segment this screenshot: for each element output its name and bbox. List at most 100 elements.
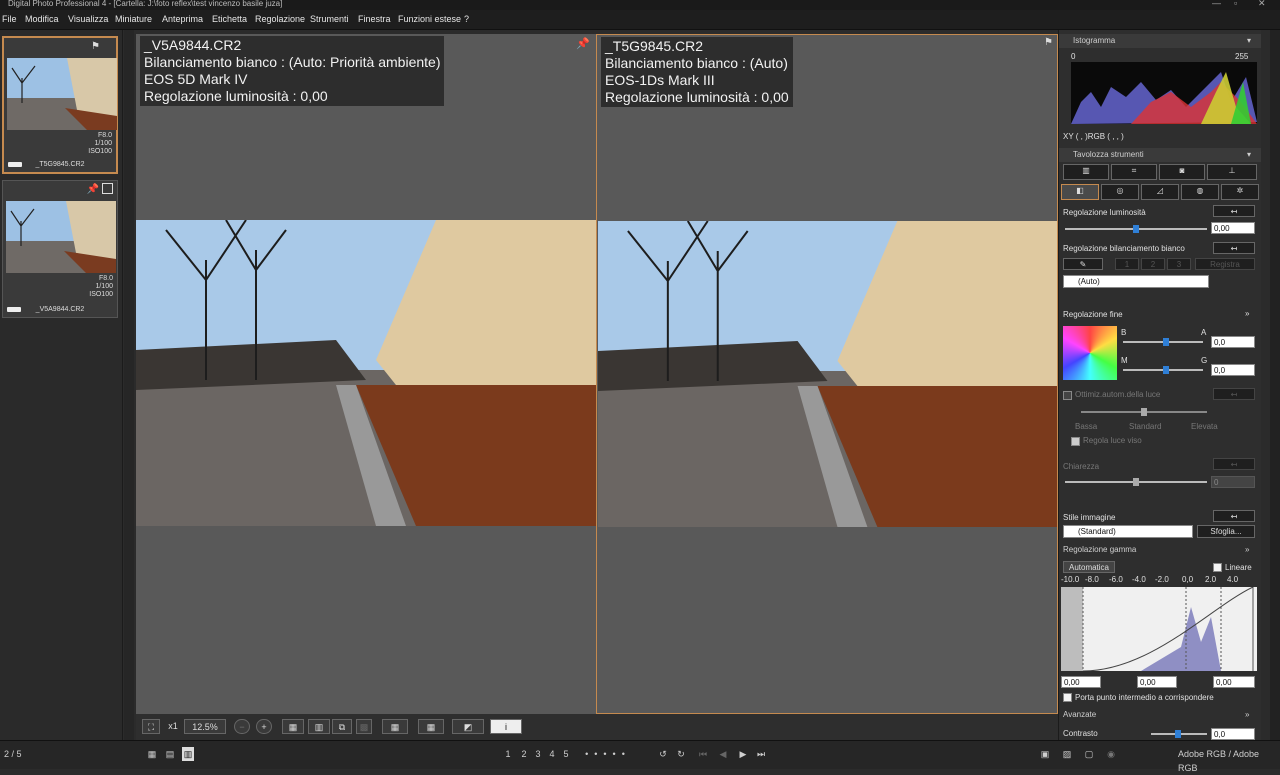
tab-nr[interactable]: ◎: [1101, 184, 1139, 200]
menu-miniature[interactable]: Miniature: [115, 14, 152, 24]
menu-file[interactable]: File: [2, 14, 17, 24]
eyedropper-icon[interactable]: ✎: [1063, 258, 1103, 270]
compare-icon[interactable]: [102, 183, 113, 194]
alo-checkbox[interactable]: [1063, 391, 1072, 400]
clarity-input[interactable]: 0: [1211, 476, 1255, 488]
wb-mode-select[interactable]: (Auto): [1063, 275, 1209, 288]
advanced-header[interactable]: Avanzate»: [1059, 708, 1261, 722]
maximize-icon[interactable]: ▫: [1234, 0, 1237, 8]
grid-button[interactable]: ▦: [382, 719, 408, 734]
mid-point-checkbox[interactable]: [1063, 693, 1072, 702]
star-3[interactable]: 3: [532, 747, 544, 761]
contrast-input[interactable]: 0,0: [1211, 728, 1255, 740]
star-4[interactable]: 4: [546, 747, 558, 761]
thumbnail-item[interactable]: ⚑ F8.0 1/100 ISO100 _T5G9845.CR2: [2, 36, 118, 174]
sync-button[interactable]: ⧉: [332, 719, 352, 734]
pin-icon[interactable]: 📌: [576, 37, 590, 50]
info-button[interactable]: i: [490, 719, 522, 734]
lens-icon[interactable]: ◙: [1159, 164, 1205, 180]
style-select[interactable]: (Standard): [1063, 525, 1193, 538]
alo-slider[interactable]: [1081, 408, 1207, 416]
view-compare-icon[interactable]: ▥: [182, 747, 194, 761]
thumbnail-item[interactable]: 📌 F8.0 1/100 ISO100 _V5A9844.CR2: [2, 180, 118, 318]
zoom-100-button[interactable]: x1: [164, 719, 182, 734]
gamma-black-input[interactable]: 0,00: [1061, 676, 1101, 688]
menu-strumenti[interactable]: Strumenti: [310, 14, 349, 24]
flag-icon[interactable]: ⚑: [91, 41, 100, 52]
fit-screen-button[interactable]: ⛶: [142, 719, 160, 734]
menu-finestra[interactable]: Finestra: [358, 14, 391, 24]
camera-icon[interactable]: ◉: [1104, 747, 1118, 761]
clarity-slider[interactable]: [1065, 478, 1207, 486]
histogram-header[interactable]: Istogramma ▾: [1059, 34, 1261, 48]
g-input[interactable]: 0,0: [1211, 364, 1255, 376]
star-5[interactable]: 5: [560, 747, 572, 761]
mg-slider[interactable]: [1123, 366, 1203, 374]
tool-palette-header[interactable]: Tavolozza strumenti ▾: [1059, 148, 1261, 162]
collapse-icon[interactable]: »: [1245, 309, 1249, 318]
wb-preset-3[interactable]: 3: [1167, 258, 1191, 270]
tab-tone[interactable]: ◿: [1141, 184, 1179, 200]
tool-basic-button[interactable]: ▥: [1063, 164, 1109, 180]
highlight-button[interactable]: ◩: [452, 719, 484, 734]
right-scrollbar[interactable]: [1270, 30, 1280, 740]
edit-icon[interactable]: ▨: [1060, 747, 1074, 761]
star-2[interactable]: 2: [518, 747, 530, 761]
reset-brightness-button[interactable]: ↤: [1213, 205, 1255, 217]
zoom-in-button[interactable]: +: [256, 719, 272, 734]
menu-visualizza[interactable]: Visualizza: [68, 14, 108, 24]
star-1[interactable]: 1: [502, 747, 514, 761]
brightness-slider[interactable]: [1065, 225, 1207, 233]
zoom-out-button[interactable]: −: [234, 719, 250, 734]
gamma-header[interactable]: Regolazione gamma»: [1059, 543, 1261, 557]
minimize-icon[interactable]: —: [1212, 0, 1221, 8]
menu-modifica[interactable]: Modifica: [25, 14, 59, 24]
reset-clarity-button[interactable]: ↤: [1213, 458, 1255, 470]
rotate-left-icon[interactable]: ↺: [656, 747, 670, 761]
browse-button[interactable]: Sfoglia...: [1197, 525, 1255, 538]
rating-dots[interactable]: •••••: [580, 747, 636, 761]
menu-help[interactable]: ?: [464, 14, 469, 24]
first-image-icon[interactable]: ⏮: [696, 747, 710, 761]
gamma-auto-button[interactable]: Automatica: [1063, 561, 1115, 573]
sync-disabled-button[interactable]: ▩: [356, 719, 372, 734]
rotate-right-icon[interactable]: ↻: [674, 747, 688, 761]
brightness-input[interactable]: 0,00: [1211, 222, 1255, 234]
wb-preset-1[interactable]: 1: [1115, 258, 1139, 270]
contrast-slider[interactable]: [1151, 730, 1207, 738]
view-list-icon[interactable]: ▤: [164, 747, 176, 761]
compare-layout-button[interactable]: ▥: [308, 719, 330, 734]
wb-preset-2[interactable]: 2: [1141, 258, 1165, 270]
next-image-icon[interactable]: ▶: [736, 747, 750, 761]
gamma-white-input[interactable]: 0,00: [1213, 676, 1255, 688]
stamp-icon[interactable]: ⊥: [1207, 164, 1257, 180]
crop-icon[interactable]: ⌗: [1111, 164, 1157, 180]
reset-style-button[interactable]: ↤: [1213, 510, 1255, 522]
layout-button[interactable]: ▦: [282, 719, 304, 734]
color-wheel[interactable]: [1063, 326, 1117, 380]
linear-checkbox[interactable]: [1213, 563, 1222, 572]
tab-settings[interactable]: ✲: [1221, 184, 1259, 200]
menu-funzioni-estese[interactable]: Funzioni estese: [398, 14, 461, 24]
left-pane[interactable]: _V5A9844.CR2 Bilanciamento bianco : (Aut…: [136, 34, 596, 714]
zoom-select[interactable]: 12.5%: [184, 719, 226, 734]
last-image-icon[interactable]: ⏭: [754, 747, 768, 761]
wb-register-button[interactable]: Registra: [1195, 258, 1255, 270]
gamma-graph[interactable]: [1061, 587, 1257, 671]
layout-icon[interactable]: ▣: [1038, 747, 1052, 761]
reset-alo-button[interactable]: ↤: [1213, 388, 1255, 400]
right-pane[interactable]: _T5G9845.CR2 Bilanciamento bianco : (Aut…: [596, 34, 1058, 714]
gamma-mid-input[interactable]: 0,00: [1137, 676, 1177, 688]
ba-slider[interactable]: [1123, 338, 1203, 346]
a-input[interactable]: 0,0: [1211, 336, 1255, 348]
af-point-button[interactable]: ▦: [418, 719, 444, 734]
flag-icon[interactable]: ⚑: [1044, 37, 1053, 48]
focus-icon[interactable]: ▢: [1082, 747, 1096, 761]
tab-basic[interactable]: ◧: [1061, 184, 1099, 200]
view-grid-icon[interactable]: ▦: [146, 747, 158, 761]
menu-anteprima[interactable]: Anteprima: [162, 14, 203, 24]
tab-color[interactable]: ◍: [1181, 184, 1219, 200]
menu-regolazione[interactable]: Regolazione: [255, 14, 305, 24]
prev-image-icon[interactable]: ◀: [716, 747, 730, 761]
reset-wb-button[interactable]: ↤: [1213, 242, 1255, 254]
